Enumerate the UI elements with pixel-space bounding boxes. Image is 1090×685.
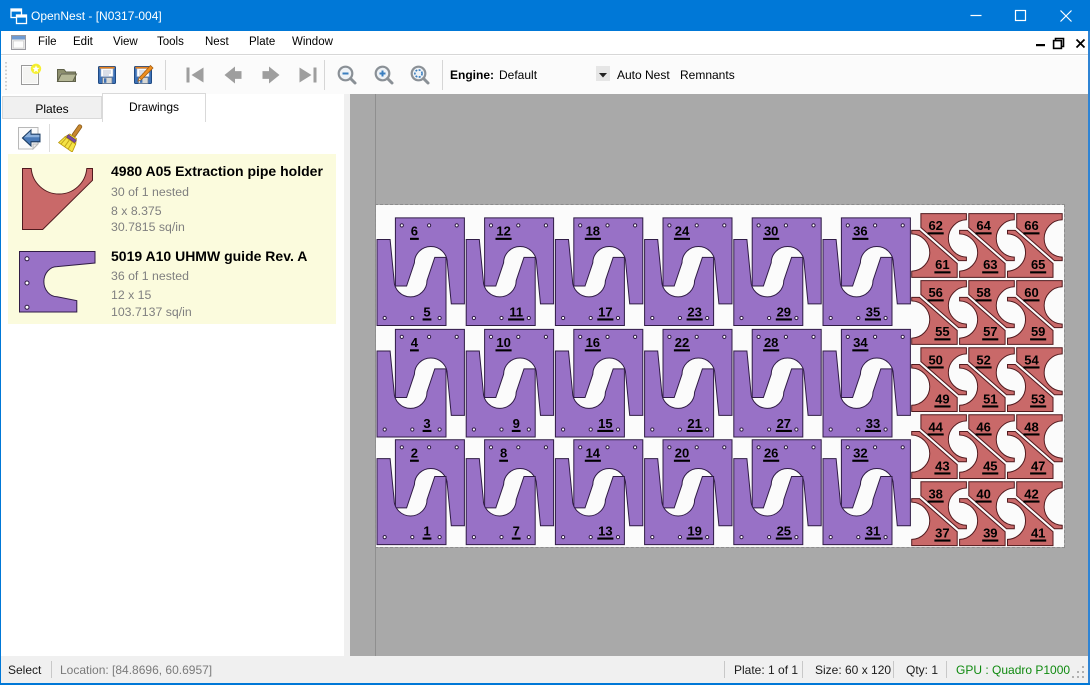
svg-text:31: 31 [865,523,879,538]
svg-text:58: 58 [976,285,990,300]
svg-text:54: 54 [1024,352,1039,367]
svg-text:23: 23 [687,304,701,319]
svg-text:53: 53 [1030,391,1044,406]
svg-text:9: 9 [512,416,519,431]
svg-text:43: 43 [935,458,949,473]
svg-text:3: 3 [423,416,430,431]
svg-text:5: 5 [423,304,430,319]
svg-text:20: 20 [674,446,688,461]
svg-text:30: 30 [763,224,777,239]
svg-text:35: 35 [865,304,879,319]
svg-text:41: 41 [1030,525,1044,540]
svg-text:59: 59 [1030,324,1044,339]
svg-text:10: 10 [496,335,510,350]
svg-text:62: 62 [928,218,942,233]
svg-text:13: 13 [598,523,612,538]
svg-text:17: 17 [598,304,612,319]
svg-text:8: 8 [499,446,506,461]
svg-text:21: 21 [687,416,701,431]
svg-text:61: 61 [935,257,949,272]
svg-text:48: 48 [1024,419,1038,434]
svg-text:46: 46 [976,419,990,434]
svg-text:55: 55 [935,324,949,339]
svg-text:40: 40 [976,486,990,501]
svg-text:63: 63 [983,257,997,272]
svg-text:32: 32 [853,446,867,461]
svg-text:28: 28 [763,335,777,350]
svg-text:18: 18 [585,224,599,239]
svg-text:4: 4 [410,335,418,350]
svg-text:66: 66 [1024,218,1038,233]
svg-text:2: 2 [410,446,417,461]
svg-text:19: 19 [687,523,701,538]
svg-text:6: 6 [410,224,417,239]
svg-text:29: 29 [776,304,790,319]
svg-text:24: 24 [674,224,689,239]
svg-text:27: 27 [776,416,790,431]
svg-text:37: 37 [935,525,949,540]
svg-text:16: 16 [585,335,599,350]
svg-text:36: 36 [853,224,867,239]
svg-text:7: 7 [512,523,519,538]
svg-text:64: 64 [976,218,991,233]
svg-text:1: 1 [423,523,430,538]
svg-text:50: 50 [928,352,942,367]
svg-text:42: 42 [1024,486,1038,501]
svg-text:51: 51 [983,391,997,406]
svg-text:57: 57 [983,324,997,339]
svg-text:34: 34 [853,335,868,350]
svg-text:52: 52 [976,352,990,367]
svg-text:65: 65 [1030,257,1044,272]
svg-text:33: 33 [865,416,879,431]
svg-text:25: 25 [776,523,790,538]
svg-text:22: 22 [674,335,688,350]
svg-text:49: 49 [935,391,949,406]
svg-text:14: 14 [585,446,600,461]
svg-text:47: 47 [1030,458,1044,473]
svg-text:15: 15 [598,416,612,431]
svg-text:56: 56 [928,285,942,300]
svg-text:45: 45 [983,458,997,473]
svg-text:26: 26 [763,446,777,461]
svg-text:60: 60 [1024,285,1038,300]
svg-text:12: 12 [496,224,510,239]
svg-text:11: 11 [509,304,523,319]
svg-text:38: 38 [928,486,942,501]
svg-text:39: 39 [983,525,997,540]
svg-text:44: 44 [928,419,943,434]
